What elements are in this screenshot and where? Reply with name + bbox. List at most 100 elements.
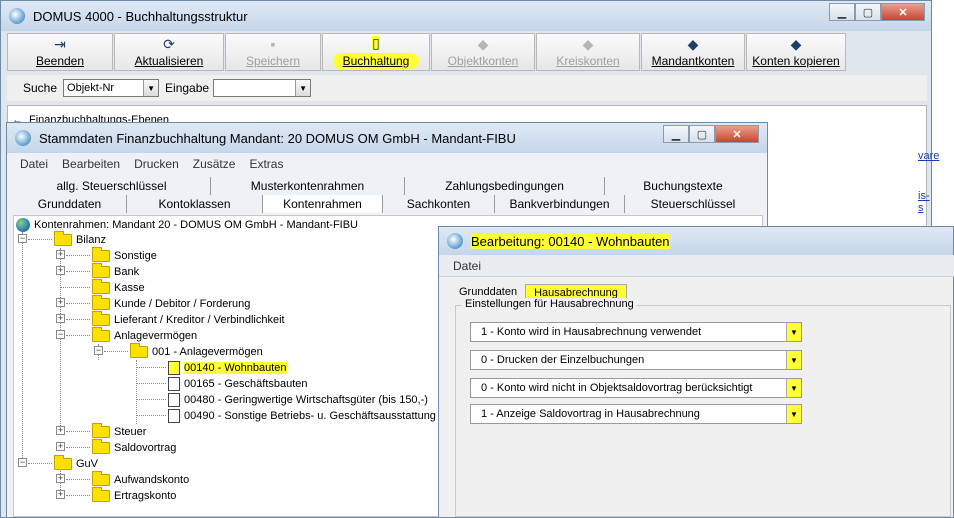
tab-kontoklassen[interactable]: Kontoklassen	[127, 195, 263, 213]
expand-icon[interactable]: +	[56, 314, 65, 323]
tree-item-00490[interactable]: 00490 - Sonstige Betriebs- u. Geschäftsa…	[168, 408, 436, 424]
tree-item-ertragskonto[interactable]: Ertragskonto	[92, 487, 176, 504]
tree-root[interactable]: Kontenrahmen: Mandant 20 - DOMUS OM GmbH…	[16, 217, 358, 233]
objektsaldovortrag-select[interactable]: 0 - Konto wird nicht in Objektsaldovortr…	[470, 378, 802, 398]
right-link-1[interactable]: vare	[918, 150, 939, 162]
tree-item-anlagevermoegen[interactable]: Anlagevermögen	[92, 327, 197, 344]
search-input[interactable]: ▼	[213, 79, 312, 97]
tree-item-bank[interactable]: Bank	[92, 263, 139, 280]
hausabrechnung-settings-group: Einstellungen für Hausabrechnung 1 - Kon…	[455, 298, 951, 517]
expand-icon[interactable]: +	[56, 474, 65, 483]
tree-line	[104, 351, 128, 352]
beenden-button[interactable]: ⇥ Beenden	[7, 33, 113, 71]
drucken-einzelbuchungen-select[interactable]: 0 - Drucken der Einzelbuchungen ▼	[470, 350, 802, 370]
aktualisieren-button[interactable]: ⟳ Aktualisieren	[114, 33, 224, 71]
bearbeitung-titlebar[interactable]: Bearbeitung: 00140 - Wohnbauten	[439, 227, 953, 255]
globe-icon	[16, 218, 30, 232]
tab-buchungstexte[interactable]: Buchungstexte	[605, 177, 761, 195]
tab-kontenrahmen[interactable]: Kontenrahmen	[263, 195, 383, 213]
chevron-down-icon[interactable]: ▼	[143, 80, 159, 96]
chevron-down-icon[interactable]: ▼	[295, 80, 311, 96]
collapse-icon[interactable]: −	[94, 346, 103, 355]
tab-allg-steuerschluessel[interactable]: allg. Steuerschlüssel	[13, 177, 211, 195]
folder-icon	[92, 311, 110, 326]
objektkonten-button[interactable]: ◆ Objektkonten	[431, 33, 535, 71]
search-bar: Suche Objekt-Nr ▼ Eingabe ▼	[7, 75, 927, 101]
tree-line	[66, 479, 90, 480]
tree-line	[22, 232, 23, 464]
chevron-down-icon[interactable]: ▼	[786, 323, 801, 341]
menu-zusaetze[interactable]: Zusätze	[193, 157, 236, 171]
menu-datei[interactable]: Datei	[453, 259, 481, 273]
tree-line	[66, 495, 90, 496]
minimize-icon[interactable]: ▁	[663, 125, 689, 143]
expand-icon[interactable]: +	[56, 442, 65, 451]
app-icon	[9, 8, 25, 24]
tree-item-lieferant[interactable]: Lieferant / Kreditor / Verbindlichkeit	[92, 311, 285, 328]
tab-grunddaten[interactable]: Grunddaten	[13, 195, 127, 213]
eraser-icon: ◆	[687, 35, 699, 52]
tree-line	[66, 303, 90, 304]
tree-item-steuer[interactable]: Steuer	[92, 423, 146, 440]
konto-hausabrechnung-select[interactable]: 1 - Konto wird in Hausabrechnung verwend…	[470, 322, 802, 342]
tree-item-bilanz[interactable]: Bilanz	[54, 231, 106, 248]
chevron-down-icon[interactable]: ▼	[786, 351, 801, 369]
stammdaten-menubar: Datei Bearbeiten Drucken Zusätze Extras	[13, 155, 290, 173]
buchhaltung-button[interactable]: ▯ Buchhaltung	[322, 33, 430, 71]
tree-item-kasse[interactable]: Kasse	[92, 279, 145, 296]
menu-drucken[interactable]: Drucken	[134, 157, 179, 171]
main-title: DOMUS 4000 - Buchhaltungsstruktur	[33, 8, 248, 24]
chevron-down-icon[interactable]: ▼	[786, 379, 801, 397]
stammdaten-titlebar[interactable]: Stammdaten Finanzbuchhaltung Mandant: 20…	[7, 123, 767, 153]
tab-zahlungsbedingungen[interactable]: Zahlungsbedingungen	[405, 177, 605, 195]
close-icon[interactable]: ✕	[715, 125, 759, 143]
folder-icon	[92, 471, 110, 486]
tree-line	[66, 319, 90, 320]
close-icon[interactable]: ✕	[881, 3, 925, 21]
main-titlebar[interactable]: DOMUS 4000 - Buchhaltungsstruktur ▁ ▢ ✕	[1, 1, 931, 31]
maximize-icon[interactable]: ▢	[855, 3, 881, 21]
menu-datei[interactable]: Datei	[20, 157, 48, 171]
menu-bearbeiten[interactable]: Bearbeiten	[62, 157, 120, 171]
chevron-down-icon[interactable]: ▼	[786, 405, 801, 423]
expand-icon[interactable]: +	[56, 250, 65, 259]
folder-icon	[92, 439, 110, 454]
collapse-icon[interactable]: −	[56, 330, 65, 339]
minimize-icon[interactable]: ▁	[829, 3, 855, 21]
tree-item-00140[interactable]: 00140 - Wohnbauten	[168, 360, 287, 376]
tab-bankverbindungen[interactable]: Bankverbindungen	[495, 195, 625, 213]
account-icon	[168, 393, 180, 407]
tree-item-001-anlagevermoegen[interactable]: 001 - Anlagevermögen	[130, 343, 263, 360]
expand-icon[interactable]: +	[56, 426, 65, 435]
tree-item-kunde[interactable]: Kunde / Debitor / Forderung	[92, 295, 250, 312]
right-link-2[interactable]: is-s	[918, 190, 930, 214]
tree-item-00165[interactable]: 00165 - Geschäftsbauten	[168, 376, 308, 392]
speichern-button[interactable]: ▪ Speichern	[225, 33, 321, 71]
tab-sachkonten[interactable]: Sachkonten	[383, 195, 495, 213]
refresh-icon: ⟳	[163, 35, 175, 52]
saldovortrag-anzeige-select[interactable]: 1 - Anzeige Saldovortrag in Hausabrechnu…	[470, 404, 802, 424]
tree-item-saldovortrag[interactable]: Saldovortrag	[92, 439, 176, 456]
search-field-select[interactable]: Objekt-Nr ▼	[63, 79, 160, 97]
kreiskonten-button[interactable]: ◆ Kreiskonten	[536, 33, 640, 71]
expand-icon[interactable]: +	[56, 490, 65, 499]
tree-line	[66, 271, 90, 272]
mandantkonten-button[interactable]: ◆ Mandantkonten	[641, 33, 745, 71]
tab-musterkontenrahmen[interactable]: Musterkontenrahmen	[211, 177, 405, 195]
menu-extras[interactable]: Extras	[249, 157, 283, 171]
konten-kopieren-button[interactable]: ◆ Konten kopieren	[746, 33, 846, 71]
expand-icon[interactable]: +	[56, 298, 65, 307]
tree-item-sonstige[interactable]: Sonstige	[92, 247, 157, 264]
expand-icon[interactable]: +	[56, 266, 65, 275]
collapse-icon[interactable]: −	[18, 234, 27, 243]
tree-line	[66, 431, 90, 432]
tab-steuerschluessel[interactable]: Steuerschlüssel	[625, 195, 761, 213]
collapse-icon[interactable]: −	[18, 458, 27, 467]
tree-item-guv[interactable]: GuV	[54, 455, 98, 472]
maximize-icon[interactable]: ▢	[689, 125, 715, 143]
eraser-icon: ◆	[582, 35, 594, 52]
account-icon	[168, 409, 180, 423]
tabs-row-1: allg. Steuerschlüssel Musterkontenrahmen…	[13, 177, 761, 195]
tree-item-aufwandskonto[interactable]: Aufwandskonto	[92, 471, 189, 488]
tree-item-00480[interactable]: 00480 - Geringwertige Wirtschaftsgüter (…	[168, 392, 428, 408]
